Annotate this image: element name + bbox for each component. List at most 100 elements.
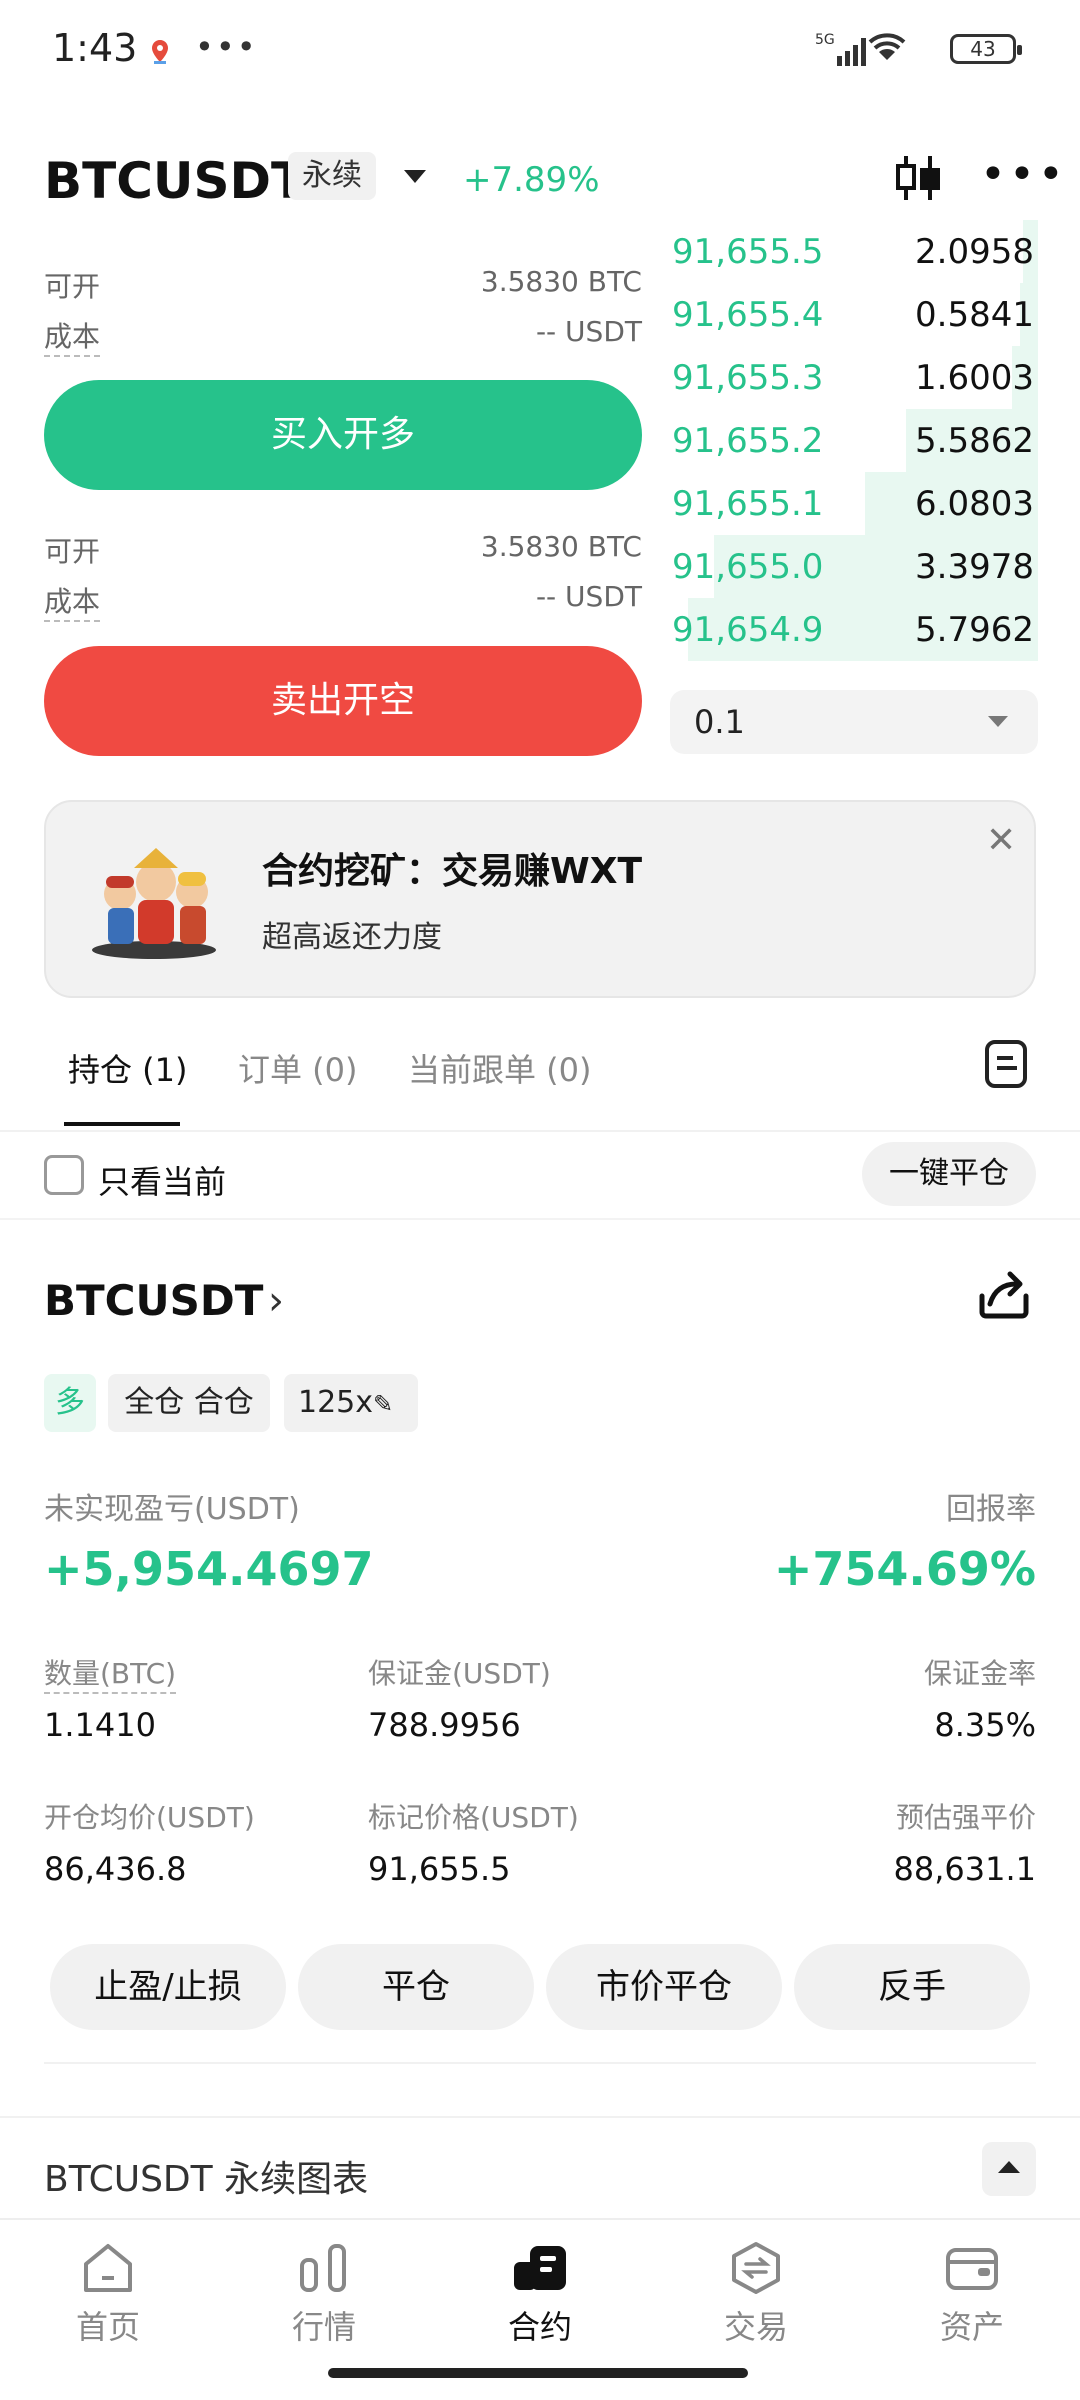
buy-available-label: 可开 xyxy=(44,270,101,303)
close-all-button[interactable]: 一键平仓 xyxy=(862,1142,1036,1206)
mark-price-label: 标记价格(USDT) xyxy=(368,1801,579,1834)
nav-label: 合约 xyxy=(507,2308,572,2346)
leverage-value: 125x xyxy=(298,1385,374,1420)
order-book-row[interactable]: 91,655.4 0.5841 xyxy=(670,283,1038,346)
precision-value: 0.1 xyxy=(694,703,745,741)
market-close-button[interactable]: 市价平仓 xyxy=(546,1944,782,2030)
sell-cost-label[interactable]: 成本 xyxy=(44,580,101,622)
buy-available-value: 3.5830 BTC xyxy=(480,265,642,298)
nav-label: 交易 xyxy=(723,2308,788,2346)
margin-mode-badge[interactable]: 全仓 合仓 xyxy=(108,1374,270,1432)
trade-icon xyxy=(732,2242,780,2294)
nav-market[interactable]: 行情 xyxy=(264,2240,384,2348)
ask-qty: 5.5862 xyxy=(915,420,1034,461)
order-book-row[interactable]: 91,655.1 6.0803 xyxy=(670,472,1038,535)
margin-value: 788.9956 xyxy=(368,1706,521,1744)
order-book: 91,655.5 2.0958 91,655.4 0.5841 91,655.3 1.60… xyxy=(670,220,1038,661)
tp-sl-button[interactable]: 止盈/止损 xyxy=(50,1944,286,2030)
price-change: +7.89% xyxy=(463,160,600,200)
nav-trade[interactable]: 交易 xyxy=(696,2240,816,2348)
entry-price-value: 86,436.8 xyxy=(44,1850,187,1888)
ask-price: 91,654.9 xyxy=(672,609,824,650)
chevron-right-icon[interactable]: › xyxy=(268,1278,284,1324)
unrealized-pnl-value: +5,954.4697 xyxy=(44,1542,374,1596)
battery-indicator: 43 xyxy=(950,34,1022,64)
gesture-bar xyxy=(328,2368,748,2378)
order-book-row[interactable]: 91,655.5 2.0958 xyxy=(670,220,1038,283)
status-more-icon: ••• xyxy=(195,28,258,66)
banner-subtitle: 超高返还力度 xyxy=(262,920,442,955)
nav-assets[interactable]: 资产 xyxy=(912,2240,1032,2348)
market-icon xyxy=(300,2244,346,2292)
ask-qty: 1.6003 xyxy=(915,357,1034,398)
reverse-button[interactable]: 反手 xyxy=(794,1944,1030,2030)
only-current-label[interactable]: 只看当前 xyxy=(98,1157,226,1203)
candlestick-chart-icon[interactable] xyxy=(892,152,944,204)
close-icon[interactable]: ✕ xyxy=(986,820,1016,861)
order-book-row[interactable]: 91,655.3 1.6003 xyxy=(670,346,1038,409)
divider xyxy=(44,2062,1036,2064)
tab-positions[interactable]: 持仓 (1) xyxy=(68,1045,188,1091)
ask-price: 91,655.1 xyxy=(672,483,824,524)
margin-rate-label: 保证金率 xyxy=(923,1657,1036,1690)
order-book-row[interactable]: 91,654.9 5.7962 xyxy=(670,598,1038,661)
active-tab-indicator xyxy=(64,1122,180,1126)
sell-available-label: 可开 xyxy=(44,535,101,568)
margin-rate-value: 8.35% xyxy=(934,1706,1036,1744)
home-icon xyxy=(84,2244,132,2292)
share-icon[interactable] xyxy=(976,1266,1032,1322)
liq-price-value: 88,631.1 xyxy=(893,1850,1037,1888)
only-current-checkbox[interactable] xyxy=(44,1155,84,1195)
buy-cost-label[interactable]: 成本 xyxy=(44,315,101,357)
tab-copy-orders[interactable]: 当前跟单 (0) xyxy=(408,1045,592,1091)
mark-price-value: 91,655.5 xyxy=(368,1850,511,1888)
ask-qty: 5.7962 xyxy=(915,609,1034,650)
sell-cost-value: -- USDT xyxy=(535,580,642,613)
status-bar: 1:43 ••• 5G 43 xyxy=(0,0,1080,100)
close-position-button[interactable]: 平仓 xyxy=(298,1944,534,2030)
qty-label[interactable]: 数量(BTC) xyxy=(44,1652,177,1694)
order-book-row[interactable]: 91,655.0 3.3978 xyxy=(670,535,1038,598)
edit-pencil-icon: ✎ xyxy=(373,1390,394,1418)
order-book-row[interactable]: 91,655.2 5.5862 xyxy=(670,409,1038,472)
roe-label: 回报率 xyxy=(946,1492,1036,1527)
ask-price: 91,655.5 xyxy=(672,231,824,272)
ask-qty: 2.0958 xyxy=(915,231,1034,272)
nav-label: 行情 xyxy=(291,2308,356,2346)
wallet-icon xyxy=(946,2248,998,2290)
ask-price: 91,655.2 xyxy=(672,420,824,461)
nav-home[interactable]: 首页 xyxy=(48,2240,168,2348)
ask-price: 91,655.4 xyxy=(672,294,824,335)
sell-open-short-button[interactable]: 卖出开空 xyxy=(44,646,642,756)
margin-label: 保证金(USDT) xyxy=(368,1657,551,1690)
status-time: 1:43 xyxy=(52,26,138,70)
nav-label: 首页 xyxy=(75,2308,140,2346)
promo-banner[interactable]: 合约挖矿：交易赚WXT 超高返还力度 ✕ xyxy=(44,800,1036,998)
pair-dropdown-icon[interactable] xyxy=(404,170,426,183)
tab-orders[interactable]: 订单 (0) xyxy=(238,1045,358,1091)
ask-qty: 3.3978 xyxy=(915,546,1034,587)
nav-futures[interactable]: 合约 xyxy=(480,2240,600,2348)
signal-icon: 5G xyxy=(815,30,935,74)
qty-value: 1.1410 xyxy=(44,1706,156,1744)
futures-icon xyxy=(514,2246,566,2290)
mascot-illustration xyxy=(92,848,216,959)
location-pin-icon xyxy=(152,40,168,64)
buy-open-long-button[interactable]: 买入开多 xyxy=(44,380,642,490)
chart-section-title[interactable]: BTCUSDT 永续图表 xyxy=(44,2150,368,2202)
precision-caret-icon xyxy=(988,716,1008,727)
position-pair[interactable]: BTCUSDT xyxy=(44,1276,263,1325)
document-icon[interactable] xyxy=(985,1040,1027,1088)
ask-qty: 0.5841 xyxy=(915,294,1034,335)
tabs-divider xyxy=(0,1130,1080,1132)
roe-value: +754.69% xyxy=(773,1542,1036,1596)
chevron-up-icon[interactable] xyxy=(982,2142,1036,2196)
leverage-badge[interactable]: 125x✎ xyxy=(284,1374,418,1432)
entry-price-label: 开仓均价(USDT) xyxy=(44,1801,255,1834)
pair-title[interactable]: BTCUSDT xyxy=(44,152,305,210)
divider xyxy=(0,1218,1080,1220)
more-options-icon[interactable]: ••• xyxy=(980,153,1067,197)
contract-type-tag: 永续 xyxy=(288,152,376,200)
precision-select[interactable]: 0.1 xyxy=(670,690,1038,754)
ask-price: 91,655.3 xyxy=(672,357,824,398)
